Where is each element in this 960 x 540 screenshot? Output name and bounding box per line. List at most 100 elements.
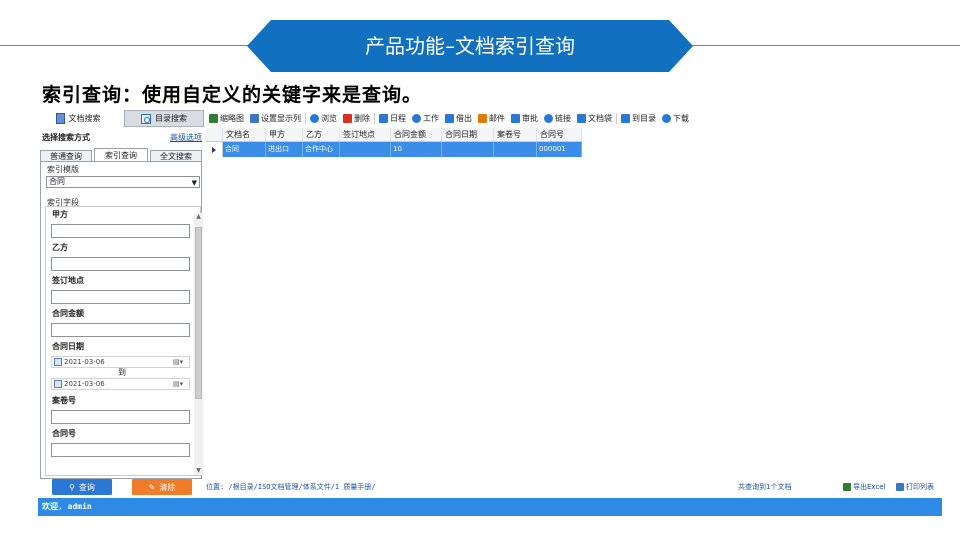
clear-button[interactable]: ✎ 清除 [132,479,192,495]
tab-document-search[interactable]: 文档搜索 [38,110,118,127]
toolbar-mail-button[interactable]: 邮件 [475,110,508,127]
table-cell [340,142,391,157]
toolbar-link-button[interactable]: 链接 [541,110,574,127]
date-from-value: 2021-03-06 [64,358,105,366]
search-mode-row: 选择搜索方式 高级选项 [42,132,202,144]
case-number-input[interactable] [51,410,190,424]
query-button-label: 查询 [78,482,95,492]
column-header[interactable]: 签订地点 [340,128,391,141]
result-count: 共查询到1个文档 [738,483,792,491]
calendar-dropdown-icon[interactable]: ▤▾ [173,380,187,389]
banner-title: 产品功能–文档索引查询 [365,34,575,58]
document-icon [55,113,65,124]
field-label: 甲方 [52,210,68,219]
link-icon [544,114,553,123]
toolbar-browse-button[interactable]: 浏览 [307,110,340,127]
slide-subtitle: 索引查询：使用自定义的关键字来是查询。 [42,84,423,106]
eye-icon [310,114,319,123]
search-mode-tabs: 普通查询 索引查询 全文搜索 [40,148,202,162]
tab-directory-search[interactable]: 目录搜索 [124,110,204,127]
welcome-bar: 欢迎, admin [38,498,942,516]
fields-scrollbar[interactable]: ▲ ▼ [194,213,203,475]
field-label: 合同金额 [52,309,84,318]
party-b-input[interactable] [51,257,190,271]
table-cell: 000001 [537,142,582,157]
table-cell [494,142,537,157]
export-excel-button[interactable]: 导出Excel [843,482,886,492]
toolbar-label: 日程 [390,114,406,123]
tab-label: 文档搜索 [68,114,101,123]
column-header[interactable]: 文档名 [223,128,266,141]
column-header[interactable]: 合同金额 [391,128,442,141]
lend-icon [445,114,454,123]
search-icon: ⚲ [69,482,75,492]
toolbar-lend-button[interactable]: 借出 [442,110,475,127]
clear-button-label: 清除 [159,482,176,492]
toolbar-schedule-button[interactable]: 日程 [376,110,409,127]
chevron-down-icon: ▼ [191,179,197,187]
toolbar-delete-button[interactable]: 删除 [340,110,373,127]
column-header[interactable]: 合同号 [537,128,582,141]
toolbar-goto-dir-button[interactable]: 到目录 [618,110,659,127]
result-grid: 文档名 甲方 乙方 签订地点 合同金额 合同日期 案卷号 合同号 合同 进出口 … [206,128,582,157]
search-icon [141,113,151,124]
field-label: 乙方 [52,243,68,252]
field-label: 案卷号 [52,396,76,405]
stack-icon [577,114,586,123]
location-path: 位置: /根目录/ISO文档管理/体系文件/1 质量手册/ [206,483,376,491]
scroll-down-icon[interactable]: ▼ [195,467,202,475]
column-header[interactable]: 案卷号 [494,128,537,141]
template-select[interactable]: 合同 ▼ [46,176,200,188]
table-row[interactable]: 合同 进出口 合作中心 10 000001 [206,142,582,157]
toolbar-approve-button[interactable]: 审批 [508,110,541,127]
toolbar-work-button[interactable]: 工作 [409,110,442,127]
sign-location-input[interactable] [51,290,190,304]
toolbar-separator [374,113,375,124]
print-list-button[interactable]: 打印列表 [896,482,934,492]
folder-doc-icon [621,114,630,123]
eraser-icon: ✎ [148,482,156,492]
export-label: 导出Excel [853,483,886,491]
column-header[interactable]: 乙方 [303,128,340,141]
approve-icon [511,114,520,123]
mail-icon [478,114,487,123]
toolbar: 缩略图 设置显示列 浏览 删除 日程 工作 借出 邮件 审批 链接 文档袋 到目… [206,110,942,127]
contract-amount-input[interactable] [51,323,190,337]
column-header[interactable]: 合同日期 [442,128,494,141]
toolbar-separator [305,113,306,124]
calendar-icon [54,358,62,366]
date-to-value: 2021-03-06 [64,380,105,388]
advanced-options-link[interactable]: 高级选项 [170,132,202,143]
toolbar-label: 到目录 [632,114,656,123]
template-group-label: 索引模版 [47,165,79,174]
toolbar-label: 浏览 [321,114,337,123]
table-cell: 进出口 [266,142,303,157]
date-range-to-label: 到 [118,368,126,377]
toolbar-columns-button[interactable]: 设置显示列 [247,110,304,127]
calendar-icon [54,380,62,388]
toolbar-download-button[interactable]: 下载 [659,110,692,127]
field-label: 合同日期 [52,342,84,351]
toolbar-thumbnail-button[interactable]: 缩略图 [206,110,247,127]
grid-header: 文档名 甲方 乙方 签订地点 合同金额 合同日期 案卷号 合同号 [206,128,582,142]
tab-index-query[interactable]: 索引查询 [94,148,148,162]
calendar-dropdown-icon[interactable]: ▤▾ [173,358,187,367]
print-label: 打印列表 [906,483,934,491]
party-a-input[interactable] [51,224,190,238]
toolbar-label: 借出 [456,114,472,123]
contract-number-input[interactable] [51,443,190,457]
cloud-download-icon [662,114,671,123]
query-button[interactable]: ⚲ 查询 [52,479,112,495]
table-cell: 合同 [223,142,266,157]
scroll-thumb[interactable] [195,227,202,399]
date-to-picker[interactable]: 2021-03-06 ▤▾ [51,378,190,390]
toolbar-label: 链接 [555,114,571,123]
thumbnail-icon [209,114,218,123]
app-window: 文档搜索 目录搜索 选择搜索方式 高级选项 普通查询 索引查询 全文搜索 索引模… [38,110,942,516]
index-fields-frame: 甲方 乙方 签订地点 合同金额 合同日期 2021-03-06 ▤▾ 到 202… [45,206,203,476]
index-query-panel: 索引模版 合同 ▼ 索引字段 甲方 乙方 签订地点 合同金额 合同日期 2021… [40,161,203,479]
table-cell: 合作中心 [303,142,340,157]
toolbar-docbag-button[interactable]: 文档袋 [574,110,615,127]
column-header[interactable]: 甲方 [266,128,303,141]
scroll-up-icon[interactable]: ▲ [195,213,202,221]
